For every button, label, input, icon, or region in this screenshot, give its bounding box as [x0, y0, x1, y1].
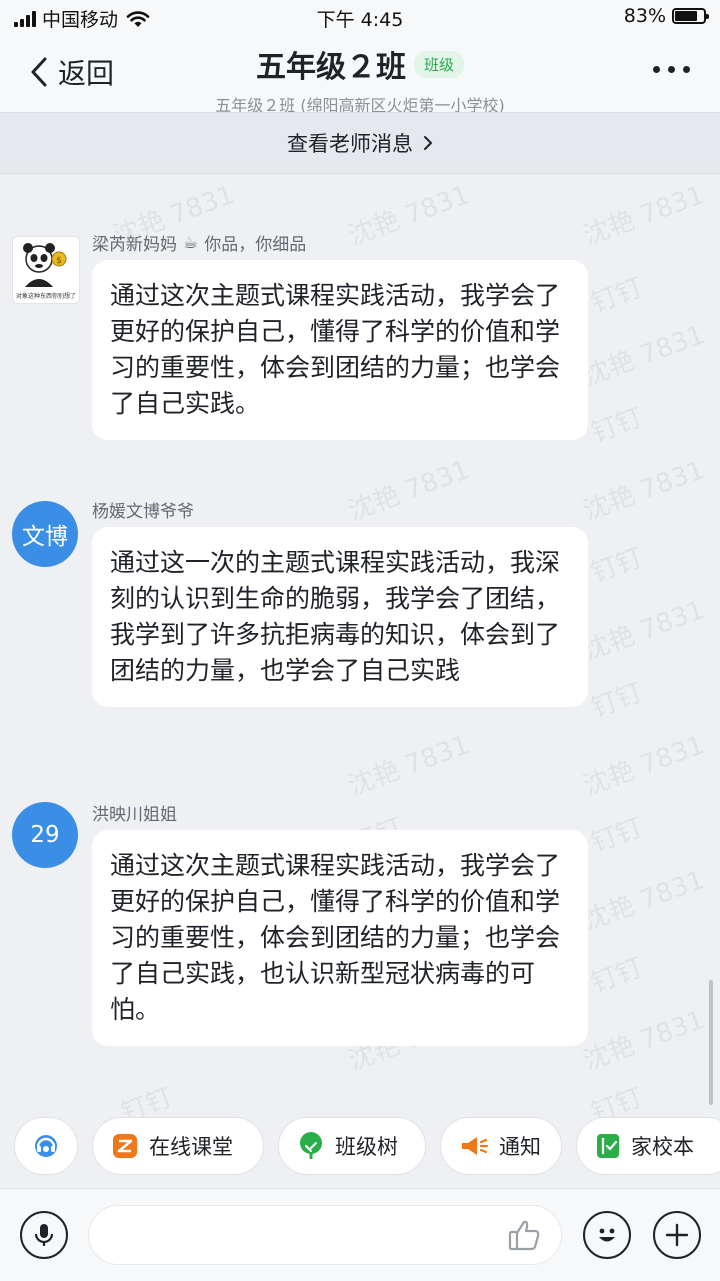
customer-service-button[interactable]: [14, 1117, 78, 1175]
watermark: 沈艳 7831: [579, 865, 709, 937]
more-options-button[interactable]: [645, 58, 698, 81]
chevron-right-icon: [424, 136, 432, 150]
watermark: 沈艳 7831: [344, 180, 474, 252]
dot-icon: [668, 66, 675, 73]
homework-book-button[interactable]: 家校本: [576, 1117, 720, 1175]
watermark: 钉钉: [587, 952, 647, 999]
class-tree-button[interactable]: 班级树: [278, 1117, 426, 1175]
page-title: 五年级２班: [255, 50, 406, 85]
headset-icon: [35, 1135, 57, 1157]
watermark: 沈艳 7831: [579, 1005, 709, 1077]
scrollbar[interactable]: [709, 980, 713, 1105]
online-class-icon: [113, 1134, 137, 1158]
dot-icon: [683, 66, 690, 73]
title-block[interactable]: 五年级２班 班级 五年级２班 (绵阳高新区火炬第一小学校): [0, 42, 720, 116]
thumbs-up-icon: [508, 1220, 540, 1251]
battery-percent: 83%: [623, 5, 666, 27]
thumbs-up-button[interactable]: [507, 1217, 543, 1257]
homework-book-label: 家校本: [631, 1135, 694, 1159]
group-type-badge: 班级: [413, 50, 464, 78]
svg-text:$: $: [56, 256, 62, 266]
watermark: 沈艳 7831: [344, 730, 474, 802]
dot-icon: [653, 66, 660, 73]
watermark: 沈艳 7831: [579, 455, 709, 527]
watermark: 沈艳 7831: [579, 320, 709, 392]
teacher-messages-label: 查看老师消息: [287, 132, 413, 156]
quick-action-bar: 在线课堂 班级树 通知 家校本: [0, 1117, 720, 1183]
sender-line: 杨媛文博爷爷: [92, 497, 194, 522]
voice-button[interactable]: [20, 1211, 68, 1259]
coffee-icon: ☕: [183, 232, 199, 253]
notice-label: 通知: [499, 1135, 541, 1159]
watermark: 沈艳 7831: [344, 455, 474, 527]
sender-line: 梁芮新妈妈 ☕ 你品，你细品: [92, 230, 307, 256]
more-actions-button[interactable]: [653, 1211, 701, 1259]
avatar[interactable]: 文博: [12, 501, 78, 567]
battery-icon: [672, 8, 709, 24]
view-teacher-messages-button[interactable]: 查看老师消息: [0, 112, 720, 174]
watermark: 钉钉: [587, 402, 647, 449]
watermark: 钉钉: [587, 542, 647, 589]
emoji-icon: [599, 1228, 615, 1242]
watermark: 钉钉: [587, 677, 647, 724]
emoji-button[interactable]: [583, 1211, 631, 1259]
message-bubble[interactable]: 通过这一次的主题式课程实践活动，我深刻的认识到生命的脆弱，我学会了团结，我学到了…: [92, 527, 588, 707]
avatar-caption: 对象这种东西你别想了: [15, 293, 76, 300]
online-class-button[interactable]: 在线课堂: [92, 1117, 264, 1175]
message-input[interactable]: [88, 1205, 562, 1265]
avatar[interactable]: $ 对象这种东西你别想了: [12, 236, 80, 304]
watermark: 沈艳 7831: [579, 180, 709, 252]
notice-button[interactable]: 通知: [440, 1117, 562, 1175]
megaphone-icon: [462, 1137, 489, 1155]
online-class-label: 在线课堂: [149, 1135, 233, 1159]
nav-header: 返回 五年级２班 班级 五年级２班 (绵阳高新区火炬第一小学校): [0, 34, 720, 115]
class-tree-label: 班级树: [335, 1135, 398, 1159]
watermark: 沈艳 7831: [579, 595, 709, 667]
sender-line: 洪映川姐姐: [92, 800, 177, 825]
sender-name[interactable]: 洪映川姐姐: [92, 800, 177, 825]
clock: 下午 4:45: [316, 9, 404, 31]
watermark: 钉钉: [587, 812, 647, 859]
sender-name[interactable]: 杨媛文博爷爷: [92, 497, 194, 522]
status-bar: 中国移动 下午 4:45 83%: [0, 0, 720, 34]
plus-icon: [665, 1223, 689, 1247]
message-bubble[interactable]: 通过这次主题式课程实践活动，我学会了更好的保护自己，懂得了科学的价值和学习的重要…: [92, 260, 588, 440]
sender-signature: 你品，你细品: [204, 235, 307, 255]
avatar[interactable]: 29: [12, 802, 78, 868]
tree-icon: [300, 1132, 322, 1159]
watermark: 钉钉: [587, 272, 647, 319]
message-input-bar: [0, 1188, 720, 1281]
watermark: 沈艳 7831: [579, 730, 709, 802]
book-icon: [597, 1134, 619, 1158]
message-bubble[interactable]: 通过这次主题式课程实践活动，我学会了更好的保护自己，懂得了科学的价值和学习的重要…: [92, 830, 588, 1046]
microphone-icon: [34, 1224, 54, 1246]
battery-fill: [675, 11, 697, 21]
sender-name[interactable]: 梁芮新妈妈: [92, 230, 177, 255]
